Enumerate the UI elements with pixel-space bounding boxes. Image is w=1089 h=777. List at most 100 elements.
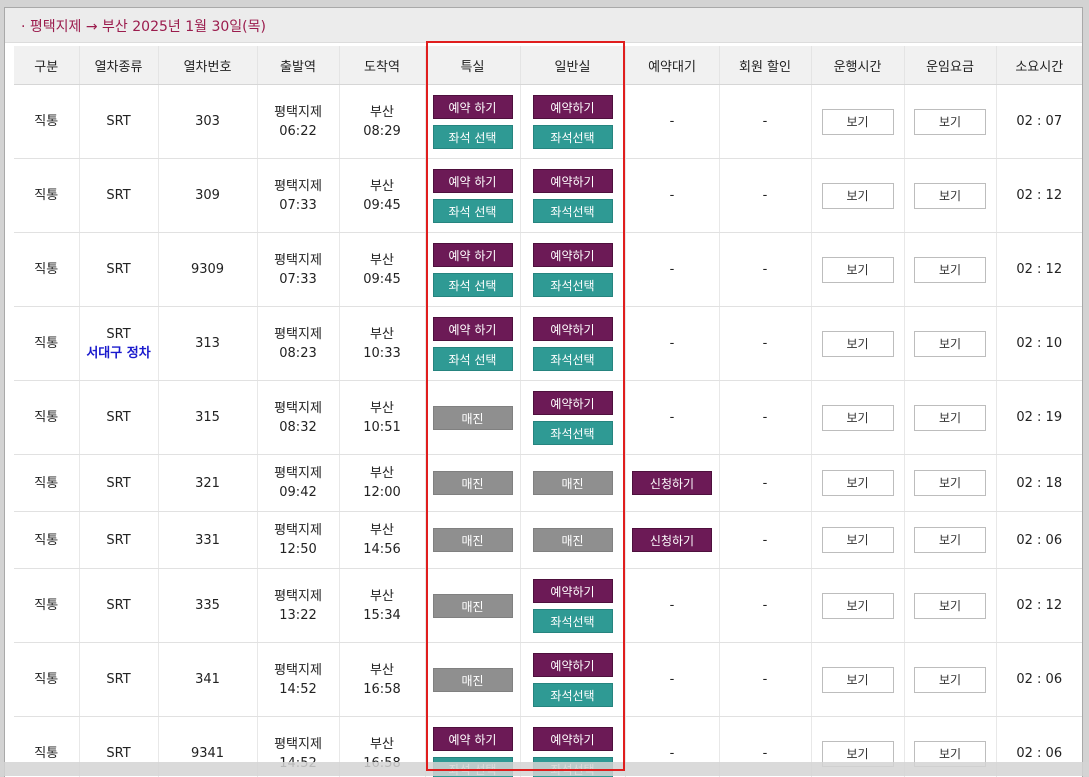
departure-cell: 평택지제09:42 [257,455,339,512]
arrival-time: 14:56 [340,540,425,559]
train-type-cell: SRT [79,85,158,159]
view-schedule-button[interactable]: 보기 [822,527,894,553]
reserve-general-button[interactable]: 예약하기 [533,317,613,341]
col-header-waitlist: 예약대기 [625,46,719,85]
view-fare-button[interactable]: 보기 [914,331,986,357]
view-fare-button[interactable]: 보기 [914,470,986,496]
reserve-special-button[interactable]: 예약 하기 [433,243,513,267]
select-seat-general-button[interactable]: 좌석선택 [533,421,613,445]
waitlist-value: - [670,188,675,203]
select-seat-general-button[interactable]: 좌석선택 [533,199,613,223]
select-seat-special-button[interactable]: 좌석 선택 [433,347,513,371]
select-seat-general-button[interactable]: 좌석선택 [533,347,613,371]
view-fare-button[interactable]: 보기 [914,527,986,553]
train-number-cell: 335 [158,569,257,643]
arrival-cell: 부산09:45 [339,233,425,307]
view-schedule-button[interactable]: 보기 [822,470,894,496]
waitlist-apply-button[interactable]: 신청하기 [632,528,712,552]
train-type: SRT [106,672,130,687]
reserve-general-button[interactable]: 예약하기 [533,727,613,751]
fare-cell: 보기 [904,233,996,307]
view-schedule-button[interactable]: 보기 [822,109,894,135]
departure-cell: 평택지제14:52 [257,643,339,717]
col-header-train-number: 열차번호 [158,46,257,85]
select-seat-special-button[interactable]: 좌석 선택 [433,125,513,149]
reserve-general-button[interactable]: 예약하기 [533,243,613,267]
col-header-kind: 구분 [14,46,79,85]
view-schedule-button[interactable]: 보기 [822,593,894,619]
duration-cell: 02 : 12 [996,569,1082,643]
arrival-station: 부산 [340,587,425,606]
fare-cell: 보기 [904,512,996,569]
select-seat-general-button[interactable]: 좌석선택 [533,125,613,149]
discount-value: - [763,410,768,425]
reserve-general-button[interactable]: 예약하기 [533,653,613,677]
waitlist-apply-button[interactable]: 신청하기 [632,471,712,495]
arrival-time: 08:29 [340,122,425,141]
departure-time: 14:52 [258,680,339,699]
select-seat-general-button[interactable]: 좌석선택 [533,683,613,707]
schedule-cell: 보기 [811,643,904,717]
view-schedule-button[interactable]: 보기 [822,331,894,357]
reserve-general-button[interactable]: 예약하기 [533,169,613,193]
schedule-cell: 보기 [811,569,904,643]
waitlist-cell: 신청하기 [625,512,719,569]
view-schedule-button[interactable]: 보기 [822,257,894,283]
view-fare-button[interactable]: 보기 [914,593,986,619]
select-seat-general-button[interactable]: 좌석선택 [533,609,613,633]
select-seat-general-button[interactable]: 좌석선택 [533,273,613,297]
arrival-time: 12:00 [340,483,425,502]
general-class-cell: 매진 [520,512,625,569]
member-discount-cell: - [719,512,811,569]
departure-station: 평택지제 [258,325,339,344]
discount-value: - [763,336,768,351]
member-discount-cell: - [719,307,811,381]
waitlist-cell: - [625,381,719,455]
departure-cell: 평택지제07:33 [257,159,339,233]
discount-value: - [763,533,768,548]
departure-station: 평택지제 [258,251,339,270]
select-seat-special-button[interactable]: 좌석 선택 [433,199,513,223]
train-type: SRT [106,327,130,342]
discount-value: - [763,746,768,761]
train-type: SRT [106,476,130,491]
departure-time: 08:23 [258,344,339,363]
train-number-cell: 9309 [158,233,257,307]
departure-cell: 평택지제08:32 [257,381,339,455]
departure-station: 평택지제 [258,587,339,606]
arrival-station: 부산 [340,661,425,680]
view-fare-button[interactable]: 보기 [914,257,986,283]
waitlist-value: - [670,746,675,761]
member-discount-cell: - [719,159,811,233]
reserve-general-button[interactable]: 예약하기 [533,95,613,119]
kind-cell: 직통 [14,455,79,512]
view-schedule-button[interactable]: 보기 [822,183,894,209]
fare-cell: 보기 [904,307,996,381]
reserve-special-button[interactable]: 예약 하기 [433,169,513,193]
view-fare-button[interactable]: 보기 [914,405,986,431]
soldout-general-badge: 매진 [533,471,613,495]
departure-cell: 평택지제07:33 [257,233,339,307]
duration-cell: 02 : 10 [996,307,1082,381]
view-fare-button[interactable]: 보기 [914,109,986,135]
view-schedule-button[interactable]: 보기 [822,667,894,693]
col-header-special-class: 특실 [425,46,520,85]
view-schedule-button[interactable]: 보기 [822,405,894,431]
view-fare-button[interactable]: 보기 [914,183,986,209]
train-type: SRT [106,188,130,203]
reserve-special-button[interactable]: 예약 하기 [433,727,513,751]
arrival-station: 부산 [340,177,425,196]
reserve-general-button[interactable]: 예약하기 [533,391,613,415]
select-seat-special-button[interactable]: 좌석 선택 [433,273,513,297]
reserve-special-button[interactable]: 예약 하기 [433,95,513,119]
waitlist-cell: - [625,307,719,381]
reserve-special-button[interactable]: 예약 하기 [433,317,513,341]
special-class-cell: 매진 [425,512,520,569]
train-number-cell: 303 [158,85,257,159]
waitlist-cell: - [625,643,719,717]
departure-cell: 평택지제12:50 [257,512,339,569]
arrival-time: 15:34 [340,606,425,625]
view-fare-button[interactable]: 보기 [914,667,986,693]
reserve-general-button[interactable]: 예약하기 [533,579,613,603]
col-header-duration: 소요시간 [996,46,1082,85]
